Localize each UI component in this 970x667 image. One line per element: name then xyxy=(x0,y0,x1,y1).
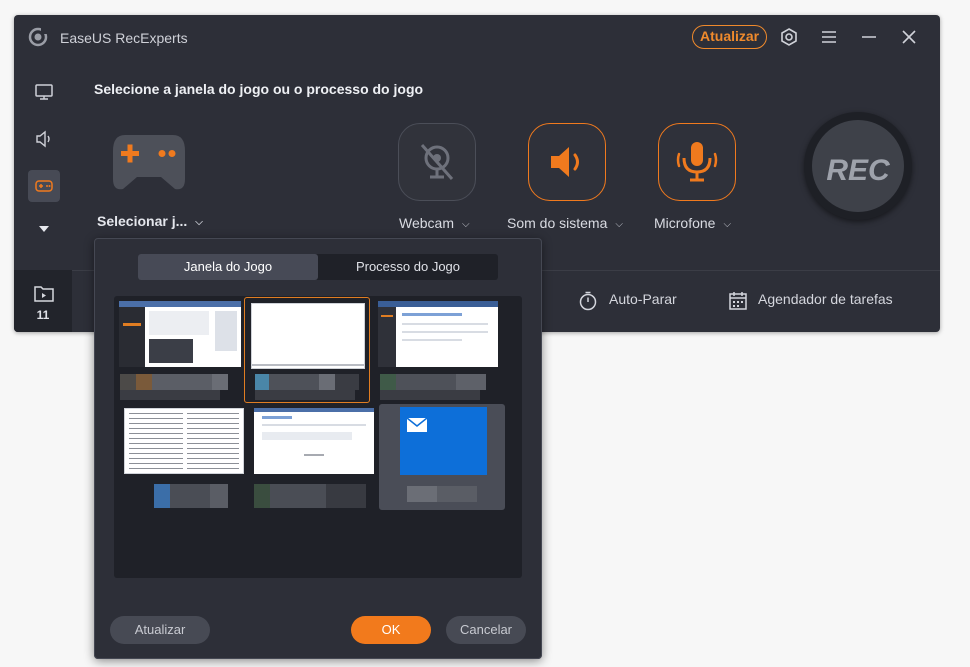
tab-game-window[interactable]: Janela do Jogo xyxy=(138,254,318,280)
system-sound-dropdown[interactable]: Som do sistema ⌵ xyxy=(507,215,623,231)
game-select-label: Selecionar j... xyxy=(97,213,188,229)
folder-play-icon xyxy=(34,286,54,302)
tab-game-process[interactable]: Processo do Jogo xyxy=(318,254,498,280)
blurred-title xyxy=(254,484,270,508)
system-sound-button[interactable] xyxy=(528,123,606,201)
title-bar: EaseUS RecExperts Atualizar xyxy=(14,15,940,59)
monitor-icon xyxy=(35,84,53,100)
gamepad-icon xyxy=(35,180,53,192)
upgrade-button[interactable]: Atualizar xyxy=(692,25,768,49)
blurred-title xyxy=(154,484,170,508)
task-scheduler-button[interactable]: Agendador de tarefas xyxy=(758,291,893,307)
window-preview xyxy=(124,408,244,474)
rec-button[interactable]: REC xyxy=(804,112,912,220)
window-preview xyxy=(400,407,487,475)
window-thumbnail[interactable] xyxy=(250,406,376,512)
rec-button-face: REC xyxy=(812,120,904,212)
game-select-dropdown[interactable]: Selecionar j... ⌵ xyxy=(97,213,203,229)
window-preview xyxy=(251,303,365,369)
ok-button[interactable]: OK xyxy=(351,616,431,644)
chevron-down-icon: ⌵ xyxy=(615,218,623,230)
recordings-button[interactable] xyxy=(14,270,72,332)
window-thumbnail[interactable] xyxy=(376,298,502,404)
webcam-button[interactable] xyxy=(398,123,476,201)
settings-icon[interactable] xyxy=(779,27,799,47)
sidebar-item-audio[interactable] xyxy=(28,123,60,155)
window-preview xyxy=(119,301,241,367)
webcam-label: Webcam xyxy=(399,215,454,231)
mail-icon xyxy=(406,417,428,432)
sidebar-more-button[interactable] xyxy=(28,213,60,245)
blurred-title xyxy=(407,486,437,502)
game-controller-icon xyxy=(113,135,185,190)
window-preview xyxy=(378,301,498,367)
microphone-button[interactable] xyxy=(658,123,736,201)
page-title: Selecione a janela do jogo ou o processo… xyxy=(94,81,424,97)
microphone-dropdown[interactable]: Microfone ⌵ xyxy=(654,215,731,231)
audio-icon xyxy=(36,130,50,148)
microphone-label: Microfone xyxy=(654,215,716,231)
chevron-down-icon xyxy=(39,226,49,232)
recordings-count: 11 xyxy=(36,308,50,322)
sidebar-item-screen[interactable] xyxy=(28,76,60,108)
cancel-button[interactable]: Cancelar xyxy=(446,616,526,644)
window-thumbnail[interactable] xyxy=(118,298,244,404)
calendar-icon xyxy=(729,292,747,310)
timer-icon xyxy=(579,291,597,311)
microphone-icon xyxy=(676,142,718,182)
chevron-down-icon: ⌵ xyxy=(723,218,732,230)
auto-stop-button[interactable]: Auto-Parar xyxy=(609,291,677,307)
window-grid xyxy=(114,296,522,578)
blurred-title xyxy=(120,374,136,390)
sidebar-item-game[interactable] xyxy=(28,170,60,202)
blurred-title xyxy=(255,374,269,390)
chevron-down-icon: ⌵ xyxy=(195,216,203,228)
app-logo-icon xyxy=(28,27,48,47)
picker-tabs: Janela do Jogo Processo do Jogo xyxy=(138,254,498,280)
menu-icon[interactable] xyxy=(819,27,839,47)
window-preview xyxy=(254,408,374,474)
minimize-icon[interactable] xyxy=(859,27,879,47)
webcam-off-icon xyxy=(420,144,454,180)
window-thumbnail[interactable] xyxy=(118,406,244,512)
chevron-down-icon: ⌵ xyxy=(461,218,470,230)
window-thumbnail-selected[interactable] xyxy=(244,297,370,403)
app-title: EaseUS RecExperts xyxy=(60,30,188,46)
rec-label: REC xyxy=(826,154,890,187)
refresh-button[interactable]: Atualizar xyxy=(110,616,210,644)
webcam-dropdown[interactable]: Webcam ⌵ xyxy=(399,215,470,231)
window-thumbnail-hovered[interactable] xyxy=(379,404,505,510)
speaker-icon xyxy=(551,147,579,177)
system-sound-label: Som do sistema xyxy=(507,215,608,231)
game-window-picker: Janela do Jogo Processo do Jogo Atualiza… xyxy=(94,238,542,659)
blurred-title xyxy=(380,374,396,390)
close-icon[interactable] xyxy=(899,27,919,47)
